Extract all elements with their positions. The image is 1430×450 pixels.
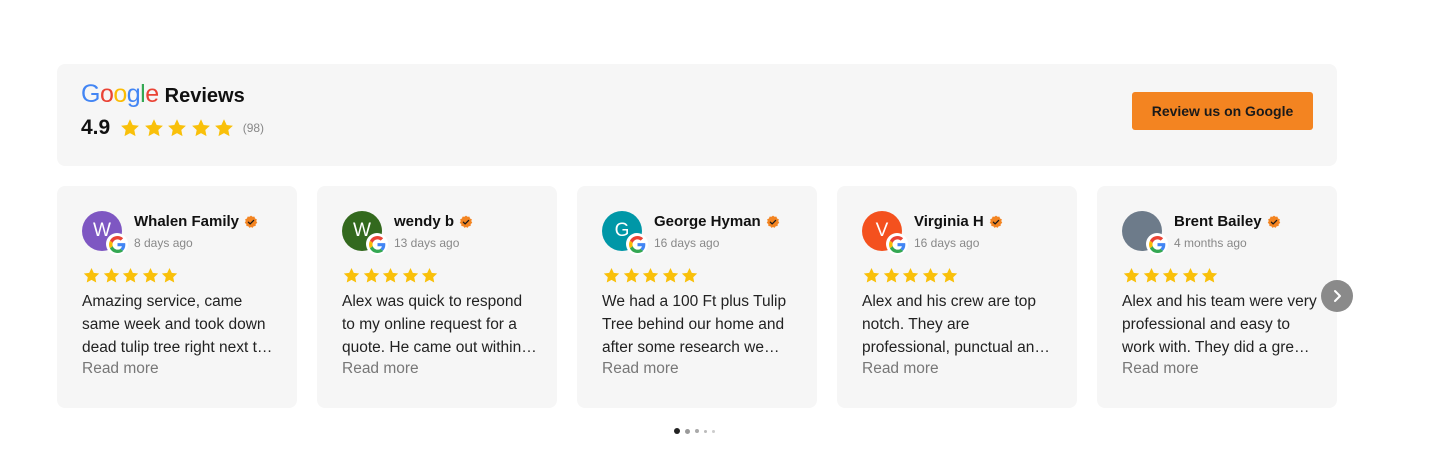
review-text: Alex and his team were very professional… (1122, 293, 1317, 356)
carousel-next-button[interactable] (1321, 280, 1353, 312)
review-card: Brent Bailey 4 months ago Alex and his tea… (1097, 186, 1337, 408)
reviewer-name-row: Whalen Family (134, 213, 258, 230)
star-icon (1123, 267, 1140, 283)
star-icon (215, 119, 234, 137)
pagination-dot[interactable] (712, 429, 715, 433)
brand-row: Google Reviews (81, 82, 245, 108)
review-stars (82, 266, 180, 285)
chevron-right-icon (1334, 290, 1341, 302)
review-stars (1122, 266, 1220, 285)
review-text: Alex and his crew are top notch. They ar… (862, 293, 1043, 356)
reviewer-name-row: George Hyman (654, 213, 780, 230)
star-icon (103, 267, 119, 283)
star-icon (922, 267, 938, 283)
star-icon (623, 267, 639, 283)
overall-stars (119, 117, 237, 139)
read-more-link[interactable]: Read more (602, 360, 679, 378)
star-icon (142, 267, 158, 283)
read-more-link[interactable]: Read more (862, 360, 939, 378)
review-stars (862, 266, 960, 285)
reviewer-name-row: wendy b (394, 213, 473, 230)
star-icon (161, 267, 178, 283)
review-date: 16 days ago (914, 236, 980, 250)
reviews-carousel: W Whalen Family 8 days ago Amazing service,… (57, 186, 1357, 408)
pagination-dot[interactable] (704, 429, 707, 433)
star-icon (382, 267, 399, 283)
star-icon (144, 119, 163, 137)
read-more-link[interactable]: Read more (1122, 360, 1199, 378)
star-icon (121, 119, 140, 137)
review-date: 8 days ago (134, 236, 193, 250)
carousel-pagination (674, 428, 720, 434)
reviewer-name[interactable]: George Hyman (654, 213, 761, 230)
reviewer-name[interactable]: wendy b (394, 213, 454, 230)
star-icon (363, 267, 379, 283)
star-icon (681, 267, 698, 283)
pagination-dot[interactable] (685, 428, 690, 434)
star-icon (603, 267, 620, 283)
rating-value: 4.9 (81, 116, 111, 139)
review-card: Wwendy b 13 days ago Alex was quick to res… (317, 186, 557, 408)
star-icon (1182, 267, 1198, 283)
reviewer-avatar-wrap: W (82, 211, 128, 255)
star-icon (902, 267, 919, 283)
star-icon (1162, 267, 1179, 283)
google-g-icon (106, 233, 128, 255)
star-icon (883, 267, 899, 283)
star-icon (421, 267, 438, 283)
verified-badge-icon (459, 215, 473, 228)
google-g-icon (886, 233, 908, 255)
star-icon (191, 119, 210, 137)
reviewer-name[interactable]: Whalen Family (134, 213, 239, 230)
star-icon (122, 267, 139, 283)
review-date: 13 days ago (394, 236, 460, 250)
verified-badge-icon (244, 215, 258, 228)
google-logo: Google (81, 80, 159, 108)
review-card: G George Hyman 16 days ago We had a 100 Ft … (577, 186, 817, 408)
reviewer-name-row: Brent Bailey (1174, 213, 1281, 230)
star-icon (863, 267, 880, 283)
star-icon (343, 267, 360, 283)
reviewer-avatar-wrap: W (342, 211, 388, 255)
review-text: Amazing service, came same week and took… (82, 293, 266, 356)
review-text: Alex was quick to respond to my online r… (342, 293, 535, 356)
star-icon (941, 267, 958, 283)
read-more-link[interactable]: Read more (342, 360, 419, 378)
reviewer-name[interactable]: Virginia H (914, 213, 984, 230)
star-icon (662, 267, 678, 283)
reviewer-avatar-wrap: G (602, 211, 648, 255)
google-g-icon (366, 233, 388, 255)
header-title: Reviews (164, 85, 245, 107)
reviewer-avatar-wrap: V (862, 211, 908, 255)
verified-badge-icon (1267, 215, 1280, 228)
review-stars (342, 266, 440, 285)
pagination-dot[interactable] (695, 429, 699, 433)
review-us-button[interactable]: Review us on Google (1132, 92, 1313, 130)
star-icon (1143, 267, 1159, 283)
review-count: (98) (242, 121, 265, 135)
review-card: V Virginia H 16 days ago Alex and his crew … (837, 186, 1077, 408)
reviewer-name-row: Virginia H (914, 213, 1003, 230)
reviewer-name[interactable]: Brent Bailey (1174, 213, 1262, 230)
review-card: W Whalen Family 8 days ago Amazing service,… (57, 186, 297, 408)
review-text: We had a 100 Ft plus Tulip Tree behind o… (602, 293, 787, 356)
star-icon (642, 267, 659, 283)
verified-badge-icon (766, 215, 779, 228)
reviewer-avatar-wrap (1122, 211, 1168, 255)
overall-rating: 4.9 (98) (81, 116, 264, 140)
read-more-link[interactable]: Read more (82, 360, 159, 378)
star-icon (1201, 267, 1218, 283)
star-icon (168, 119, 187, 137)
review-stars (602, 266, 700, 285)
verified-badge-icon (989, 215, 1002, 228)
reviews-header: Google Reviews 4.9 (98) Review us on Goo… (57, 64, 1337, 166)
pagination-dot[interactable] (674, 428, 680, 434)
star-icon (83, 267, 100, 283)
review-date: 4 months ago (1174, 236, 1247, 250)
google-g-icon (626, 233, 648, 255)
google-g-icon (1146, 233, 1168, 255)
star-icon (402, 267, 418, 283)
review-date: 16 days ago (654, 236, 720, 250)
